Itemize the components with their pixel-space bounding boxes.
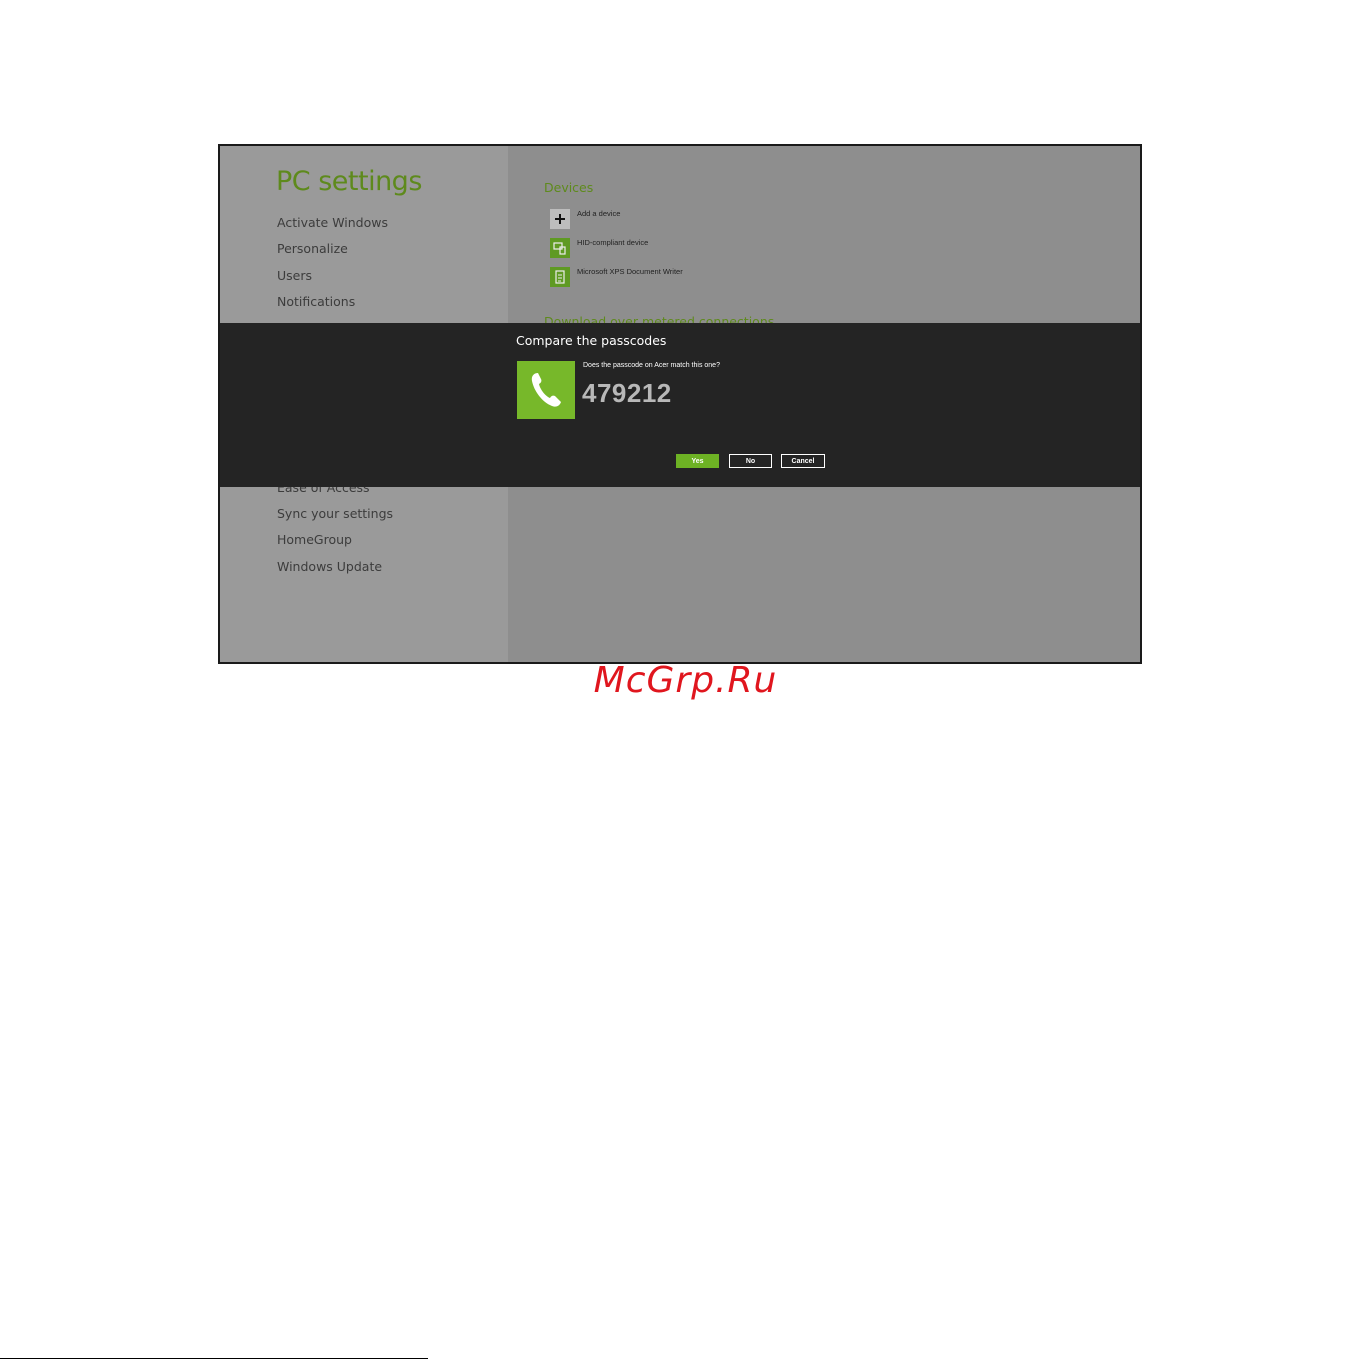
nav-item-personalize[interactable]: Personalize	[277, 241, 348, 256]
passcode-dialog: Compare the passcodes Does the passcode …	[220, 323, 1140, 487]
screenshot-frame: PC settings Activate Windows Personalize…	[218, 144, 1142, 664]
no-button[interactable]: No	[729, 454, 772, 468]
page-title: PC settings	[276, 166, 422, 197]
device-label: HID-compliant device	[577, 238, 649, 247]
nav-item-users[interactable]: Users	[277, 268, 312, 283]
nav-item-windows-update[interactable]: Windows Update	[277, 559, 382, 574]
watermark: McGrp.Ru	[593, 660, 778, 701]
passcode-question: Does the passcode on Acer match this one…	[583, 362, 720, 369]
phone-icon	[517, 361, 575, 419]
device-label: Add a device	[577, 209, 621, 218]
printer-icon	[550, 267, 570, 287]
yes-button[interactable]: Yes	[676, 454, 719, 468]
nav-item-sync-settings[interactable]: Sync your settings	[277, 506, 393, 521]
nav-item-notifications[interactable]: Notifications	[277, 294, 355, 309]
devices-heading: Devices	[544, 180, 594, 195]
dialog-title: Compare the passcodes	[516, 333, 667, 348]
device-label: Microsoft XPS Document Writer	[577, 267, 683, 276]
nav-item-activate-windows[interactable]: Activate Windows	[277, 215, 388, 230]
nav-item-homegroup[interactable]: HomeGroup	[277, 532, 352, 547]
hid-device-icon	[550, 238, 570, 258]
cancel-button[interactable]: Cancel	[781, 454, 825, 468]
footnote-divider	[0, 1358, 428, 1359]
plus-icon	[550, 209, 570, 229]
passcode-value: 479212	[582, 378, 672, 408]
